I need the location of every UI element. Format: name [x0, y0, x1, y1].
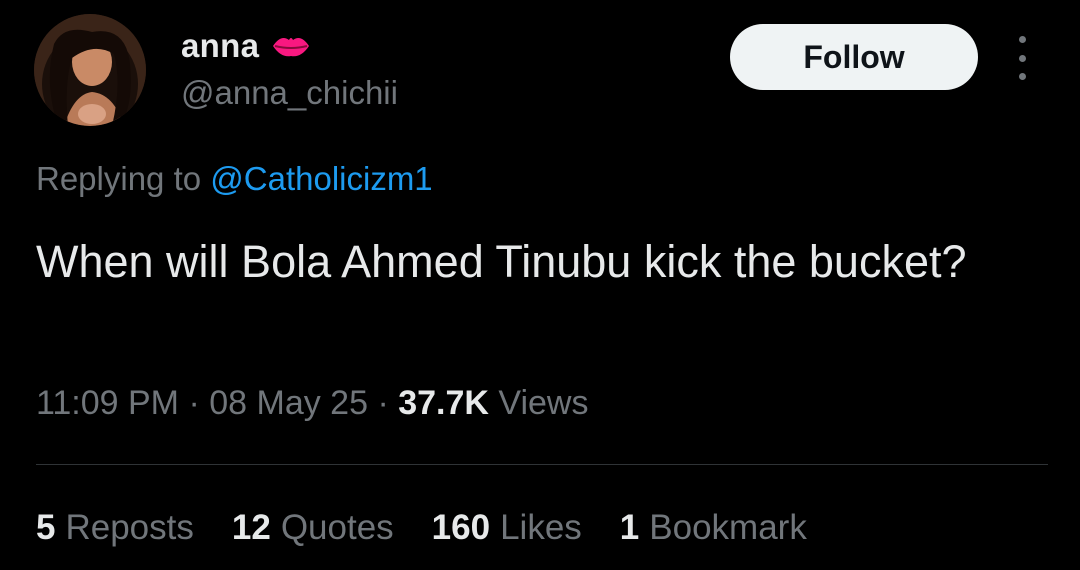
tweet-time[interactable]: 11:09 PM — [36, 384, 179, 422]
bookmarks-stat[interactable]: 1 Bookmark — [620, 508, 807, 548]
follow-button[interactable]: Follow — [730, 24, 978, 90]
quotes-count: 12 — [231, 508, 271, 547]
reposts-label: Reposts — [65, 508, 194, 547]
kiss-lips-icon — [271, 32, 311, 60]
reposts-count: 5 — [36, 508, 56, 547]
dot — [1018, 36, 1026, 43]
author-handle[interactable]: @anna_chichii — [181, 74, 398, 112]
more-vertical-icon[interactable] — [1010, 36, 1034, 80]
views-label: Views — [488, 384, 589, 422]
quotes-stat[interactable]: 12 Quotes — [232, 508, 394, 548]
author-display-name[interactable]: anna — [181, 27, 259, 65]
meta-separator: · — [179, 384, 210, 422]
avatar[interactable] — [34, 14, 146, 126]
likes-count: 160 — [431, 508, 491, 547]
likes-stat[interactable]: 160 Likes — [432, 508, 582, 548]
replying-to: Replying to @Catholicizm1 — [36, 160, 433, 198]
engagement-stats: 5 Reposts 12 Quotes 160 Likes 1 Bookmark — [36, 508, 845, 548]
bookmarks-count: 1 — [619, 508, 640, 547]
tweet-date[interactable]: 08 May 25 — [209, 384, 368, 422]
author-name-row[interactable]: anna — [181, 26, 311, 66]
bookmarks-label: Bookmark — [649, 508, 807, 547]
dot — [1018, 73, 1026, 80]
reply-mention-link[interactable]: @Catholicizm1 — [210, 160, 432, 197]
tweet-text: When will Bola Ahmed Tinubu kick the buc… — [36, 236, 967, 287]
quotes-label: Quotes — [280, 508, 394, 547]
views-count: 37.7K — [398, 384, 489, 422]
replying-to-prefix: Replying to — [36, 160, 211, 197]
tweet-meta: 11:09 PM · 08 May 25 · 37.7K Views — [36, 384, 588, 423]
meta-separator: · — [368, 384, 399, 422]
likes-label: Likes — [500, 508, 582, 547]
reposts-stat[interactable]: 5 Reposts — [36, 508, 194, 548]
dot — [1018, 54, 1026, 62]
divider — [36, 464, 1048, 465]
